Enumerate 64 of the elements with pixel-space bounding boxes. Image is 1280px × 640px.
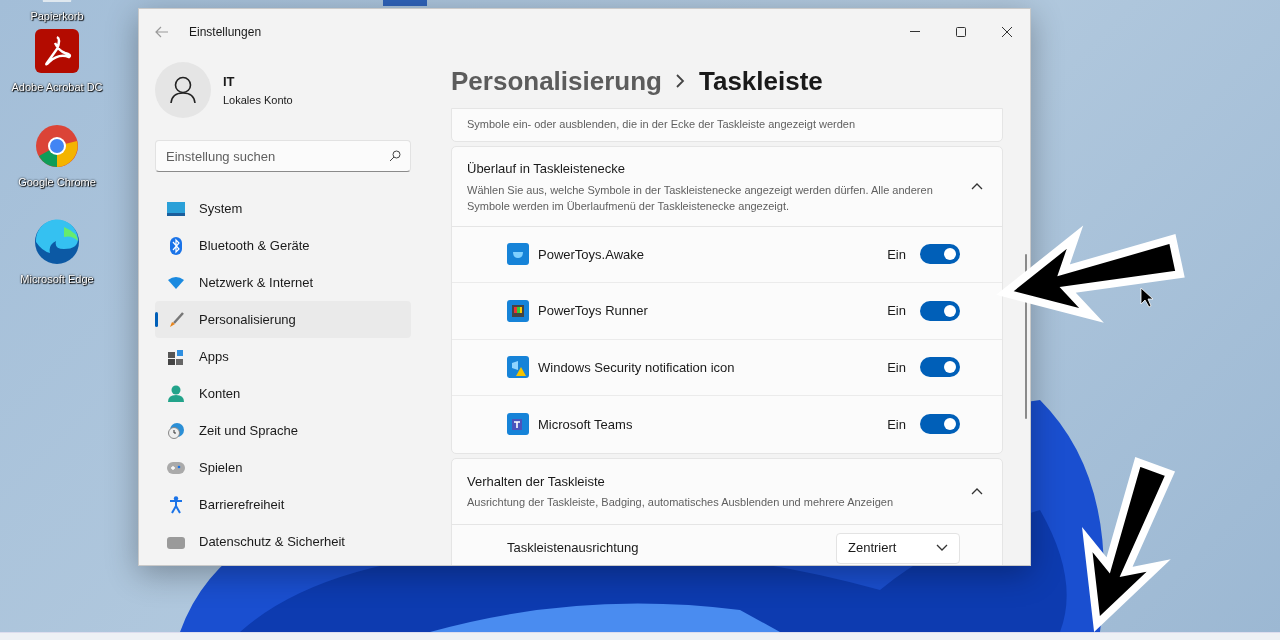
app-name: Windows Security notification icon [538, 358, 736, 377]
bluetooth-icon [170, 236, 182, 255]
section-description: Ausrichtung der Taskleiste, Badging, automatisches Ausblenden und mehrere Anzeigen [467, 495, 894, 510]
toggle-state-label: Ein [887, 415, 906, 434]
cup-icon [507, 243, 529, 266]
section-title: Überlauf in Taskleistenecke [467, 160, 626, 178]
dropdown[interactable]: Zentriert [836, 532, 960, 564]
chevron-icon [971, 487, 983, 495]
toggle-switch[interactable] [920, 244, 960, 265]
nav-item[interactable]: Zeit und Sprache [155, 412, 411, 449]
account-type: Lokales Konto [223, 92, 293, 108]
toggle-state-label: Ein [887, 302, 906, 320]
app-name: PowerToys.Awake [538, 245, 645, 264]
chevron-icon [971, 182, 983, 191]
minimize-icon [910, 31, 920, 32]
nav-item[interactable]: Barrierefreiheit [155, 486, 411, 523]
brush-icon [168, 311, 184, 328]
account-name: IT [223, 73, 236, 91]
section-title: Verhalten der Taskleiste [467, 472, 606, 491]
close-icon [1002, 26, 1012, 37]
section-description: Wählen Sie aus, welche Symbole in der Taskleistenecke angezeigt werden dürfen. Alle anderen Symbole werden im Überlaufmenü der Taskleistenecke angezeigt. [467, 182, 934, 214]
gamepad-icon [167, 461, 185, 474]
card-description: Symbole ein- oder ausblenden, die in der Ecke der Taskleiste angezeigt werden [467, 118, 856, 130]
toggle-switch[interactable] [920, 414, 960, 435]
toggle-switch[interactable] [920, 300, 960, 321]
search-icon [389, 150, 401, 162]
page-title: Taskleiste [698, 64, 823, 98]
nav-item[interactable]: System [155, 190, 411, 227]
nav-item[interactable]: Konten [155, 375, 411, 412]
accessibility-icon [169, 495, 183, 514]
monitor-icon [167, 201, 185, 216]
selection-indicator [155, 312, 158, 327]
wifi-icon [168, 276, 184, 289]
window-title: Einstellungen [189, 23, 262, 41]
pdf-app-icon [35, 29, 79, 73]
chevron-down-icon [936, 544, 948, 552]
window-thumbnail [383, 0, 427, 6]
nav-item[interactable]: Personalisierung [155, 301, 411, 338]
browser-app-icon [35, 124, 79, 168]
search-field[interactable]: Einstellung suchen [155, 140, 411, 172]
person-icon [168, 384, 184, 403]
back-arrow-icon[interactable] [155, 25, 169, 38]
app-name: Microsoft Teams [538, 415, 634, 434]
color-bars-icon [507, 299, 529, 322]
toggle-state-label: Ein [887, 358, 906, 377]
breadcrumb-parent[interactable]: Personalisierung [451, 61, 662, 101]
setting-label: Taskleistenausrichtung [507, 539, 640, 558]
app-name: PowerToys Runner [538, 302, 649, 320]
nav-item[interactable]: Spielen [155, 449, 411, 486]
person-icon [170, 76, 196, 104]
edge-browser-icon [34, 219, 80, 265]
mouse-cursor-icon [1140, 287, 1154, 308]
nav-item[interactable]: Netzwerk & Internet [155, 264, 411, 301]
toggle-switch[interactable] [920, 357, 960, 378]
nav-item[interactable]: Apps [155, 338, 411, 375]
teams-logo-icon [507, 413, 529, 436]
nav-item[interactable]: Bluetooth & Geräte [155, 227, 411, 264]
clock-globe-icon [168, 422, 184, 439]
toggle-state-label: Ein [887, 245, 906, 264]
nav-item[interactable]: Datenschutz & Sicherheit [155, 523, 411, 560]
maximize-icon [956, 26, 966, 37]
apps-icon [168, 348, 184, 365]
shield-warning-icon [507, 356, 529, 379]
chevron-right-icon [675, 74, 685, 88]
